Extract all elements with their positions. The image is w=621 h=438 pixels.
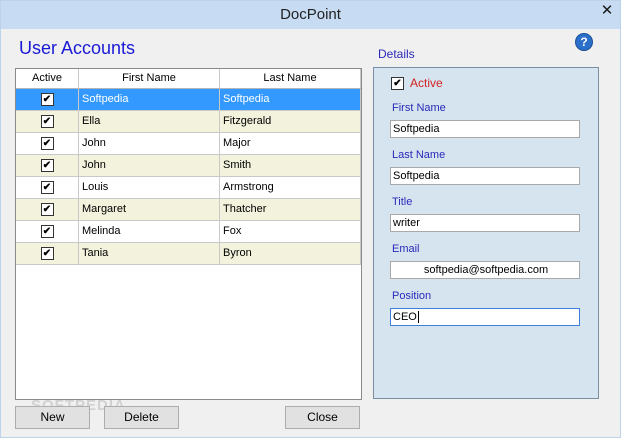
active-cell[interactable]: ✔ (16, 177, 79, 198)
row-active-checkbox[interactable]: ✔ (40, 180, 54, 194)
last-name-label: Last Name (392, 149, 446, 161)
window-title: DocPoint (280, 6, 341, 23)
page-title: User Accounts (19, 38, 136, 58)
active-field: ✔ Active (391, 76, 443, 90)
new-button[interactable]: New (15, 406, 90, 429)
column-header-first-name[interactable]: First Name (79, 69, 220, 88)
first-name-field[interactable]: Softpedia (390, 120, 580, 138)
table-row[interactable]: ✔ John Smith (16, 155, 361, 177)
active-cell[interactable]: ✔ (16, 133, 79, 154)
email-label: Email (392, 243, 420, 255)
table-row[interactable]: ✔ Margaret Thatcher (16, 199, 361, 221)
active-checkbox[interactable]: ✔ (391, 76, 404, 90)
details-panel: ✔ Active First Name Softpedia Last Name … (373, 67, 599, 399)
details-caption: Details (378, 47, 415, 61)
last-name-cell[interactable]: Fox (220, 221, 361, 242)
first-name-cell[interactable]: Melinda (79, 221, 220, 242)
table-row[interactable]: ✔ Melinda Fox (16, 221, 361, 243)
title-label: Title (392, 196, 413, 208)
grid-body: ✔ Softpedia Softpedia ✔ Ella Fitzgerald ✔ John M… (16, 89, 361, 265)
last-name-cell[interactable]: Armstrong (220, 177, 361, 198)
grid-header: Active First Name Last Name (16, 69, 361, 89)
table-row[interactable]: ✔ John Major (16, 133, 361, 155)
active-cell[interactable]: ✔ (16, 155, 79, 176)
title-bar: DocPoint ✕ (1, 1, 620, 29)
first-name-label: First Name (392, 102, 446, 114)
first-name-cell[interactable]: Louis (79, 177, 220, 198)
close-icon[interactable]: ✕ (600, 1, 614, 23)
close-button[interactable]: Close (285, 406, 360, 429)
table-row[interactable]: ✔ Louis Armstrong (16, 177, 361, 199)
position-value: CEO (393, 311, 417, 323)
first-name-cell[interactable]: Margaret (79, 199, 220, 220)
table-row[interactable]: ✔ Ella Fitzgerald (16, 111, 361, 133)
row-active-checkbox[interactable]: ✔ (40, 114, 54, 128)
first-name-cell[interactable]: Softpedia (79, 89, 220, 110)
last-name-field[interactable]: Softpedia (390, 167, 580, 185)
text-caret (417, 311, 419, 324)
help-icon[interactable]: ? (575, 33, 593, 51)
table-row[interactable]: ✔ Tania Byron (16, 243, 361, 265)
user-grid[interactable]: Active First Name Last Name ✔ Softpedia So… (15, 68, 362, 400)
row-active-checkbox[interactable]: ✔ (40, 136, 54, 150)
last-name-cell[interactable]: Softpedia (220, 89, 361, 110)
active-cell[interactable]: ✔ (16, 89, 79, 110)
first-name-cell[interactable]: Ella (79, 111, 220, 132)
active-cell[interactable]: ✔ (16, 243, 79, 264)
last-name-cell[interactable]: Fitzgerald (220, 111, 361, 132)
first-name-cell[interactable]: John (79, 155, 220, 176)
row-active-checkbox[interactable]: ✔ (40, 92, 54, 106)
active-cell[interactable]: ✔ (16, 111, 79, 132)
last-name-cell[interactable]: Thatcher (220, 199, 361, 220)
row-active-checkbox[interactable]: ✔ (40, 202, 54, 216)
active-cell[interactable]: ✔ (16, 221, 79, 242)
delete-button[interactable]: Delete (104, 406, 179, 429)
app-window: DocPoint ✕ User Accounts Details ? Activ… (0, 0, 621, 438)
last-name-cell[interactable]: Smith (220, 155, 361, 176)
active-cell[interactable]: ✔ (16, 199, 79, 220)
position-label: Position (392, 290, 432, 302)
position-field[interactable]: CEO (390, 308, 580, 326)
active-label: Active (410, 76, 443, 90)
email-field[interactable]: softpedia@softpedia.com (390, 261, 580, 279)
column-header-active[interactable]: Active (16, 69, 79, 88)
row-active-checkbox[interactable]: ✔ (40, 224, 54, 238)
last-name-cell[interactable]: Major (220, 133, 361, 154)
first-name-cell[interactable]: John (79, 133, 220, 154)
table-row[interactable]: ✔ Softpedia Softpedia (16, 89, 361, 111)
first-name-cell[interactable]: Tania (79, 243, 220, 264)
row-active-checkbox[interactable]: ✔ (40, 246, 54, 260)
column-header-last-name[interactable]: Last Name (220, 69, 361, 88)
row-active-checkbox[interactable]: ✔ (40, 158, 54, 172)
title-field[interactable]: writer (390, 214, 580, 232)
last-name-cell[interactable]: Byron (220, 243, 361, 264)
